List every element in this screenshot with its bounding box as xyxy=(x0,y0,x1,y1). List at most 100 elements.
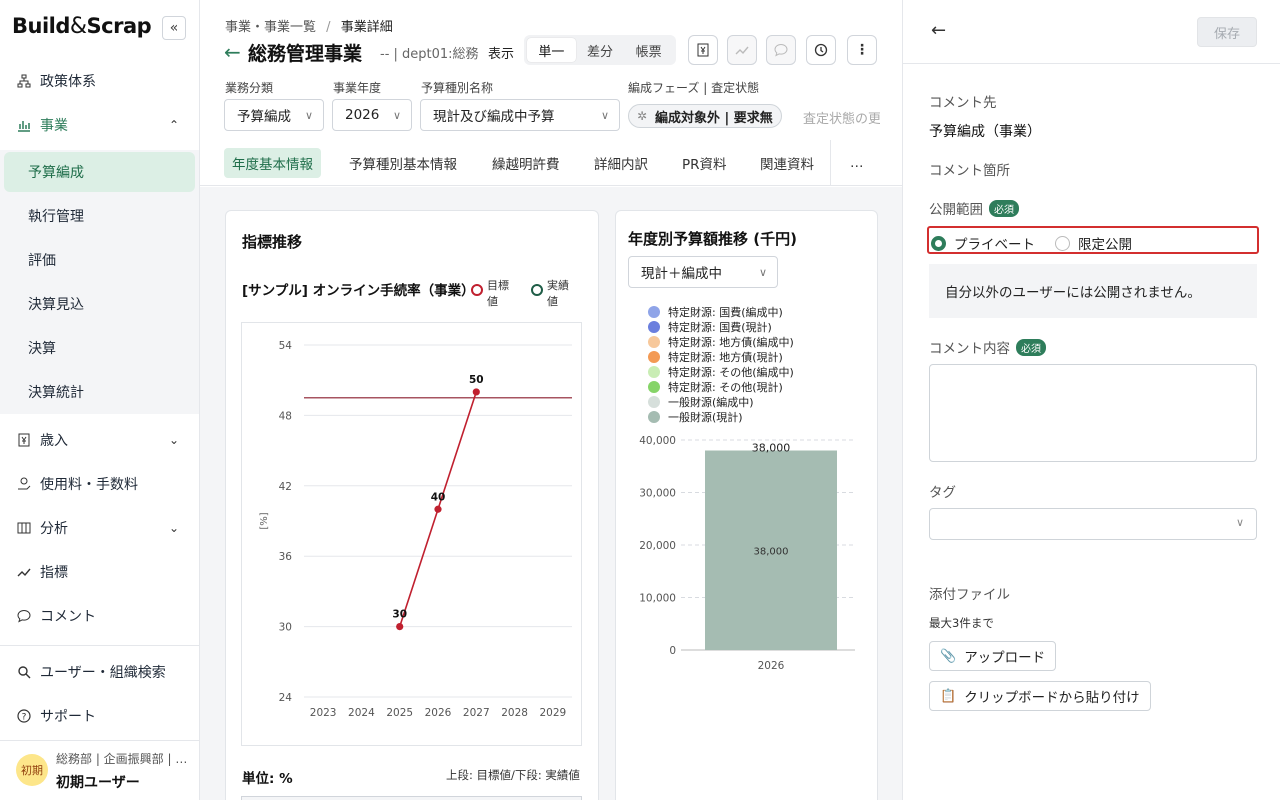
budget-bar-chart: 40,000 30,000 20,000 10,000 0 38,000 38,000 202… xyxy=(639,435,855,672)
collapse-sidebar-button[interactable]: « xyxy=(162,16,186,40)
indicator-table xyxy=(241,796,582,800)
required-badge: 必須 xyxy=(1016,339,1046,356)
sidebar-subitem-statistics[interactable]: 決算統計 xyxy=(4,372,195,412)
sidebar-item-policy[interactable]: 政策体系 xyxy=(0,61,199,101)
legend-item[interactable]: 特定財源: その他(編成中) xyxy=(648,364,868,379)
chevron-up-icon: ⌃ xyxy=(168,118,179,132)
chevron-down-icon: ∨ xyxy=(1235,516,1244,529)
y-tick-label: 36 xyxy=(279,551,293,563)
tab-pr-docs[interactable]: PR資料 xyxy=(674,148,735,178)
columns-icon xyxy=(16,520,32,536)
legend-label: 特定財源: 国費(編成中) xyxy=(668,305,783,319)
tab-budget-type-info[interactable]: 予算種別基本情報 xyxy=(341,148,465,178)
phase-status-badge: ✲ 編成対象外 | 要求無 xyxy=(628,104,782,128)
data-label: 40 xyxy=(431,491,446,503)
sidebar-subitem-forecast[interactable]: 決算見込 xyxy=(4,284,195,324)
bar-inner-label: 38,000 xyxy=(754,546,789,557)
x-tick-label: 2026 xyxy=(425,707,452,719)
breadcrumb-link[interactable]: 事業・事業一覧 xyxy=(225,20,316,35)
legend-item[interactable]: 特定財源: 地方債(編成中) xyxy=(648,334,868,349)
x-tick-label: 2023 xyxy=(310,707,337,719)
y-tick-label: 54 xyxy=(279,340,293,352)
sidebar-subitem-settlement[interactable]: 決算 xyxy=(4,328,195,368)
legend-swatch xyxy=(648,365,660,378)
avatar[interactable]: 初期 xyxy=(16,754,48,786)
view-mode-report[interactable]: 帳票 xyxy=(624,38,673,62)
tag-label: タグ xyxy=(929,485,956,501)
legend-item[interactable]: 特定財源: 地方債(現計) xyxy=(648,349,868,364)
x-tick-label: 2026 xyxy=(758,660,785,672)
tag-select[interactable]: ∨ xyxy=(929,508,1257,540)
legend-item[interactable]: 特定財源: 国費(現計) xyxy=(648,319,868,334)
budget-type-select[interactable]: 現計及び編成中予算 ∨ xyxy=(420,99,620,131)
legend-item[interactable]: 一般財源(編成中) xyxy=(648,394,868,409)
chevron-down-icon: ⌄ xyxy=(168,433,179,447)
more-menu-button[interactable]: ⋮ xyxy=(847,35,877,65)
sidebar-subitem-evaluation[interactable]: 評価 xyxy=(4,240,195,280)
legend-label: 一般財源(現計) xyxy=(668,410,743,424)
year-select[interactable]: 2026 ∨ xyxy=(332,99,412,131)
sidebar-item-analysis[interactable]: 分析 ⌄ xyxy=(0,508,199,548)
tab-annual-info[interactable]: 年度基本情報 xyxy=(224,148,321,178)
budget-doc-button[interactable] xyxy=(688,35,718,65)
legend-item[interactable]: 一般財源(現計) xyxy=(648,409,868,424)
legend-swatch xyxy=(648,305,660,318)
legend-actual-marker xyxy=(531,284,543,296)
save-button[interactable]: 保存 xyxy=(1197,17,1257,47)
legend-item[interactable]: 特定財源: 国費(編成中) xyxy=(648,304,868,319)
y-axis-label: [%] xyxy=(259,512,270,529)
sidebar-item-fees[interactable]: 使用料・手数料 xyxy=(0,464,199,504)
x-tick-label: 2027 xyxy=(463,707,490,719)
view-mode-toggle: 単一 差分 帳票 xyxy=(524,35,676,65)
radio-private[interactable]: プライベート xyxy=(931,233,1035,253)
budget-source-select[interactable]: 現計＋編成中 ∨ xyxy=(628,256,778,288)
back-arrow-icon[interactable]: ← xyxy=(224,40,241,64)
sidebar-item-revenue[interactable]: 歳入 ⌄ xyxy=(0,420,199,460)
trend-button[interactable] xyxy=(727,35,757,65)
view-mode-single[interactable]: 単一 xyxy=(527,38,576,62)
sidebar-item-support[interactable]: ? サポート xyxy=(0,696,199,736)
sidebar-item-label: 使用料・手数料 xyxy=(40,477,138,493)
user-org: 総務部 | 企画振興部 | … xyxy=(56,752,188,766)
radio-limited[interactable]: 限定公開 xyxy=(1055,233,1132,253)
data-label: 30 xyxy=(392,609,407,621)
app-logo[interactable]: Build&Scrap xyxy=(12,14,152,39)
paste-clipboard-button[interactable]: 📋 クリップボードから貼り付け xyxy=(929,681,1151,711)
svg-text:?: ? xyxy=(22,713,27,723)
page-title: 総務管理事業 xyxy=(248,43,363,65)
history-button[interactable] xyxy=(806,35,836,65)
tab-details[interactable]: 詳細内訳 xyxy=(586,148,656,178)
sidebar-item-label: サポート xyxy=(40,709,96,725)
trend-icon xyxy=(16,564,32,580)
category-select[interactable]: 予算編成 ∨ xyxy=(224,99,324,131)
phase-label: 編成フェーズ | 査定状態 xyxy=(628,81,760,95)
tab-more[interactable]: … xyxy=(842,148,872,178)
x-tick-label: 2025 xyxy=(386,707,413,719)
update-status-button[interactable]: 査定状態の更新 xyxy=(803,108,880,127)
category-label: 業務分類 xyxy=(225,81,274,95)
sidebar-item-indicator[interactable]: 指標 xyxy=(0,552,199,592)
sidebar-item-label: 事業 xyxy=(40,118,68,134)
comment-textarea[interactable] xyxy=(929,364,1257,462)
legend-swatch xyxy=(648,350,660,363)
comment-button[interactable] xyxy=(766,35,796,65)
back-arrow-icon[interactable]: ← xyxy=(931,20,946,41)
divider xyxy=(0,645,199,646)
view-mode-diff[interactable]: 差分 xyxy=(576,38,625,62)
search-icon xyxy=(16,664,32,680)
sidebar-subitem-execution[interactable]: 執行管理 xyxy=(4,196,195,236)
legend-item[interactable]: 特定財源: その他(現計) xyxy=(648,379,868,394)
sidebar-subitem-budget[interactable]: 予算編成 xyxy=(4,152,195,192)
sidebar-item-user-search[interactable]: ユーザー・組織検索 xyxy=(0,652,199,692)
comment-target-label: コメント先 xyxy=(929,95,997,111)
trend-icon xyxy=(735,46,749,55)
yen-doc-icon xyxy=(16,432,32,448)
tab-related-docs[interactable]: 関連資料 xyxy=(752,148,822,178)
radio-unchecked-icon xyxy=(1055,235,1070,251)
upload-button[interactable]: 📎 アップロード xyxy=(929,641,1057,671)
sidebar-item-label: 分析 xyxy=(40,521,68,537)
legend-label: 特定財源: 地方債(現計) xyxy=(668,350,783,364)
sidebar-item-comment[interactable]: コメント xyxy=(0,596,199,636)
tab-carryover[interactable]: 繰越明許費 xyxy=(484,148,568,178)
sidebar-item-project[interactable]: 事業 ⌃ xyxy=(0,105,199,145)
